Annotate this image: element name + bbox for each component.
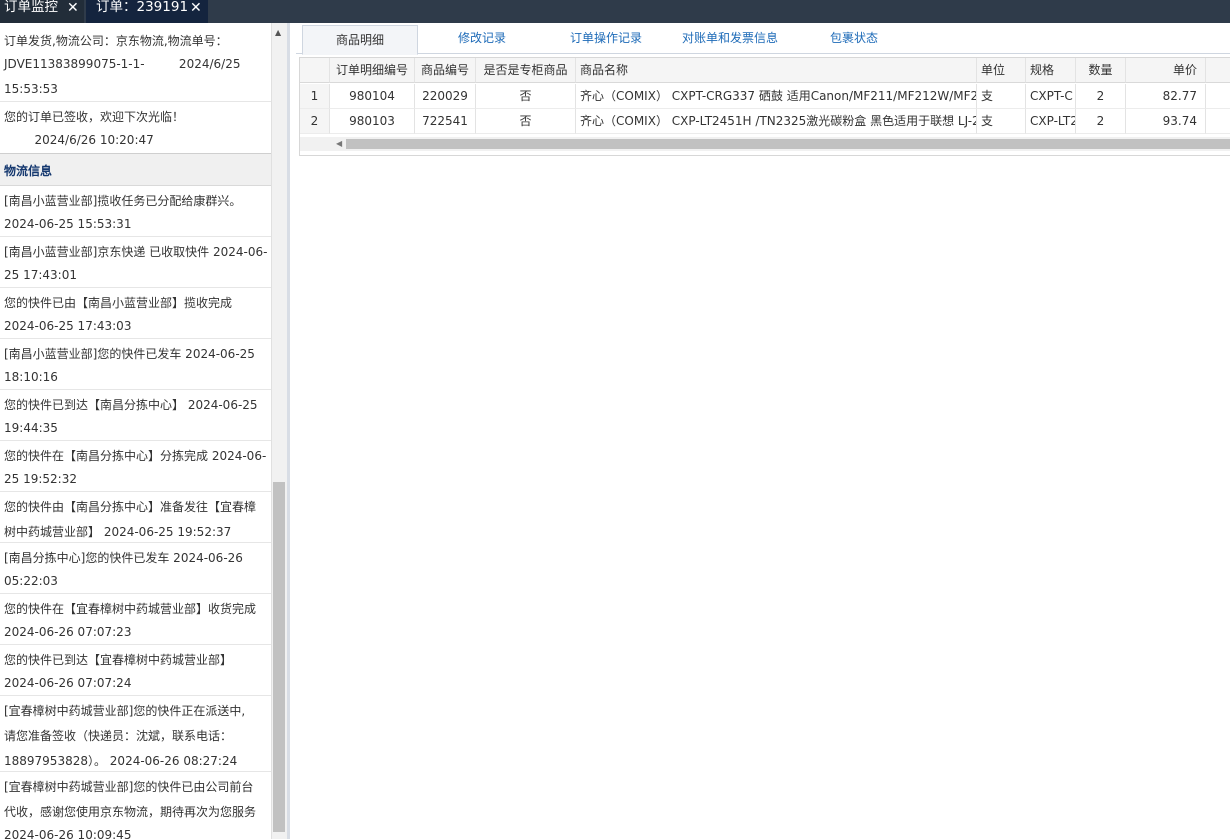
product-id-link[interactable]: 220029 bbox=[415, 84, 476, 109]
logistics-time: 18897953828）。 2024-06-26 08:27:24 bbox=[4, 754, 238, 768]
column-header-filler bbox=[1206, 58, 1230, 83]
logistics-entry: [宜春樟树中药城营业部]您的快件正在派送中, 请您准备签收（快递员：沈斌，联系电… bbox=[0, 696, 271, 772]
filler-cell bbox=[1206, 84, 1230, 109]
logistics-time: 19:44:35 bbox=[4, 421, 58, 435]
logistics-entry: [南昌分拣中心]您的快件已发车 2024-06-26 05:22:03 bbox=[0, 543, 271, 594]
logistics-text: [宜春樟树中药城营业部]您的快件正在派送中, bbox=[4, 704, 246, 718]
logistics-time: 2024-06-26 07:07:24 bbox=[4, 676, 132, 690]
column-header[interactable]: 是否是专柜商品 bbox=[476, 58, 576, 83]
scroll-up-icon[interactable]: ▲ bbox=[275, 28, 281, 37]
product-grid: 订单明细编号 商品编号 是否是专柜商品 商品名称 单位 规格 数量 单价 1 9… bbox=[299, 57, 1230, 156]
quantity-cell[interactable]: 2 bbox=[1076, 84, 1126, 109]
close-icon[interactable]: ✕ bbox=[67, 0, 79, 16]
logistics-text: [南昌小蓝营业部]京东快递 已收取快件 2024-06- bbox=[4, 245, 268, 259]
logistics-time: 25 17:43:01 bbox=[4, 268, 77, 282]
logistics-entry: 您的快件已到达【南昌分拣中心】 2024-06-25 19:44:35 bbox=[0, 390, 271, 441]
tab-modification-log[interactable]: 修改记录 bbox=[424, 23, 540, 53]
close-icon[interactable]: ✕ bbox=[190, 0, 202, 16]
row-number: 1 bbox=[300, 84, 330, 109]
logistics-text: 您的快件已到达【南昌分拣中心】 2024-06-25 bbox=[4, 398, 258, 412]
tab-order-operation-log[interactable]: 订单操作记录 bbox=[548, 23, 664, 53]
grid-horizontal-scrollbar[interactable]: ◀ bbox=[300, 137, 1230, 151]
column-header[interactable]: 单位 bbox=[977, 58, 1026, 83]
status-entry: 您的订单已签收，欢迎下次光临！ 2024/6/26 10:20:47 bbox=[0, 102, 271, 152]
logistics-text: [南昌小蓝营业部]揽收任务已分配给康群兴。 bbox=[4, 194, 242, 208]
detail-id-cell[interactable]: 980104 bbox=[330, 84, 415, 109]
tab-label: 订单监控 bbox=[4, 0, 58, 15]
detail-id-cell[interactable]: 980103 bbox=[330, 109, 415, 134]
logistics-text: 您的快件已由【南昌小蓝营业部】揽收完成 bbox=[4, 296, 233, 310]
status-text: JDVE11383899075-1-1- 2024/6/25 bbox=[4, 57, 241, 71]
status-text: 您的订单已签收，欢迎下次光临！ bbox=[4, 110, 185, 124]
logistics-entry: 您的快件在【南昌分拣中心】分拣完成 2024-06- 25 19:52:32 bbox=[0, 441, 271, 492]
logistics-time: 2024-06-25 15:53:31 bbox=[4, 217, 132, 231]
column-header[interactable]: 商品编号 bbox=[415, 58, 476, 83]
column-header[interactable]: 商品名称 bbox=[576, 58, 977, 83]
quantity-cell[interactable]: 2 bbox=[1076, 109, 1126, 134]
tab-product-details[interactable]: 商品明细 bbox=[302, 25, 418, 55]
row-number: 2 bbox=[300, 109, 330, 134]
order-status-panel: 订单发货,物流公司：京东物流,物流单号： JDVE11383899075-1-1… bbox=[0, 23, 271, 839]
product-id-link[interactable]: 722541 bbox=[415, 109, 476, 134]
logistics-time: 18:10:16 bbox=[4, 370, 58, 384]
tab-label: 订单：239191 bbox=[96, 0, 189, 15]
logistics-section-header: 物流信息 bbox=[0, 153, 271, 186]
logistics-entry: 您的快件由【南昌分拣中心】准备发往【宜春樟 树中药城营业部】 2024-06-2… bbox=[0, 492, 271, 543]
logistics-time: 2024-06-25 17:43:03 bbox=[4, 319, 132, 333]
top-tab-bar: 订单监控 ✕ 订单：239191 ✕ bbox=[0, 0, 1230, 23]
unit-cell[interactable]: 支 bbox=[977, 109, 1026, 134]
status-text: 订单发货,物流公司：京东物流,物流单号： bbox=[4, 34, 228, 48]
column-header[interactable]: 数量 bbox=[1076, 58, 1126, 83]
spec-cell[interactable]: CXP-LT2 bbox=[1026, 109, 1076, 134]
logistics-time: 树中药城营业部】 2024-06-25 19:52:37 bbox=[4, 525, 232, 539]
section-title: 物流信息 bbox=[4, 164, 53, 178]
logistics-text: [南昌分拣中心]您的快件已发车 2024-06-26 bbox=[4, 551, 243, 565]
price-cell[interactable]: 93.74 bbox=[1126, 109, 1206, 134]
unit-cell[interactable]: 支 bbox=[977, 84, 1026, 109]
price-cell[interactable]: 82.77 bbox=[1126, 84, 1206, 109]
logistics-text: 您的快件在【宜春樟树中药城营业部】收货完成 bbox=[4, 602, 257, 616]
logistics-text: 您的快件由【南昌分拣中心】准备发往【宜春樟 bbox=[4, 500, 257, 514]
content-tab-bar: 商品明细 修改记录 订单操作记录 对账单和发票信息 包裹状态 bbox=[296, 23, 1230, 55]
logistics-text: 您的快件已到达【宜春樟树中药城营业部】 bbox=[4, 653, 233, 667]
logistics-text: [南昌小蓝营业部]您的快件已发车 2024-06-25 bbox=[4, 347, 255, 361]
panel-splitter[interactable] bbox=[287, 23, 290, 839]
counter-cell[interactable]: 否 bbox=[476, 84, 576, 109]
status-text: 15:53:53 bbox=[4, 82, 58, 96]
logistics-text: 代收，感谢您使用京东物流，期待再次为您服务 bbox=[4, 805, 257, 819]
column-header[interactable]: 规格 bbox=[1026, 58, 1076, 83]
left-panel-scrollbar[interactable]: ▲ bbox=[271, 23, 287, 839]
logistics-text: 请您准备签收（快递员：沈斌，联系电话： bbox=[4, 729, 233, 743]
logistics-time: 2024-06-26 10:09:45 bbox=[4, 828, 132, 839]
logistics-entry: [南昌小蓝营业部]京东快递 已收取快件 2024-06- 25 17:43:01 bbox=[0, 237, 271, 288]
logistics-entry: 您的快件在【宜春樟树中药城营业部】收货完成 2024-06-26 07:07:2… bbox=[0, 594, 271, 645]
status-text: 2024/6/26 10:20:47 bbox=[4, 133, 154, 147]
logistics-text: 您的快件在【南昌分拣中心】分拣完成 2024-06- bbox=[4, 449, 267, 463]
logistics-entry: 您的快件已由【南昌小蓝营业部】揽收完成 2024-06-25 17:43:03 bbox=[0, 288, 271, 339]
logistics-time: 2024-06-26 07:07:23 bbox=[4, 625, 132, 639]
tab-package-status[interactable]: 包裹状态 bbox=[796, 23, 912, 53]
logistics-entry: [南昌小蓝营业部]揽收任务已分配给康群兴。 2024-06-25 15:53:3… bbox=[0, 186, 271, 237]
logistics-entry: [南昌小蓝营业部]您的快件已发车 2024-06-25 18:10:16 bbox=[0, 339, 271, 390]
scrollbar-thumb[interactable] bbox=[346, 139, 1230, 149]
row-number-header bbox=[300, 58, 330, 83]
logistics-entry: [宜春樟树中药城营业部]您的快件已由公司前台 代收，感谢您使用京东物流，期待再次… bbox=[0, 772, 271, 839]
filler-cell bbox=[1206, 109, 1230, 134]
tab-order-239191[interactable]: 订单：239191 ✕ bbox=[86, 0, 208, 23]
tab-order-monitor[interactable]: 订单监控 ✕ bbox=[0, 0, 84, 23]
column-header[interactable]: 单价 bbox=[1126, 58, 1206, 83]
scroll-left-icon[interactable]: ◀ bbox=[336, 139, 342, 148]
column-header[interactable]: 订单明细编号 bbox=[330, 58, 415, 83]
status-entry: 订单发货,物流公司：京东物流,物流单号： JDVE11383899075-1-1… bbox=[0, 23, 271, 102]
logistics-text: [宜春樟树中药城营业部]您的快件已由公司前台 bbox=[4, 780, 254, 794]
product-name-link[interactable]: 齐心（COMIX） CXP-LT2451H /TN2325激光碳粉盒 黑色适用于… bbox=[576, 109, 977, 134]
counter-cell[interactable]: 否 bbox=[476, 109, 576, 134]
logistics-entry: 您的快件已到达【宜春樟树中药城营业部】 2024-06-26 07:07:24 bbox=[0, 645, 271, 696]
spec-cell[interactable]: CXPT-C bbox=[1026, 84, 1076, 109]
logistics-time: 05:22:03 bbox=[4, 574, 58, 588]
product-name-link[interactable]: 齐心（COMIX） CXPT-CRG337 硒鼓 适用Canon/MF211/M… bbox=[576, 84, 977, 109]
scrollbar-thumb[interactable] bbox=[273, 482, 285, 832]
logistics-time: 25 19:52:32 bbox=[4, 472, 77, 486]
tab-statement-invoice[interactable]: 对账单和发票信息 bbox=[672, 23, 788, 53]
